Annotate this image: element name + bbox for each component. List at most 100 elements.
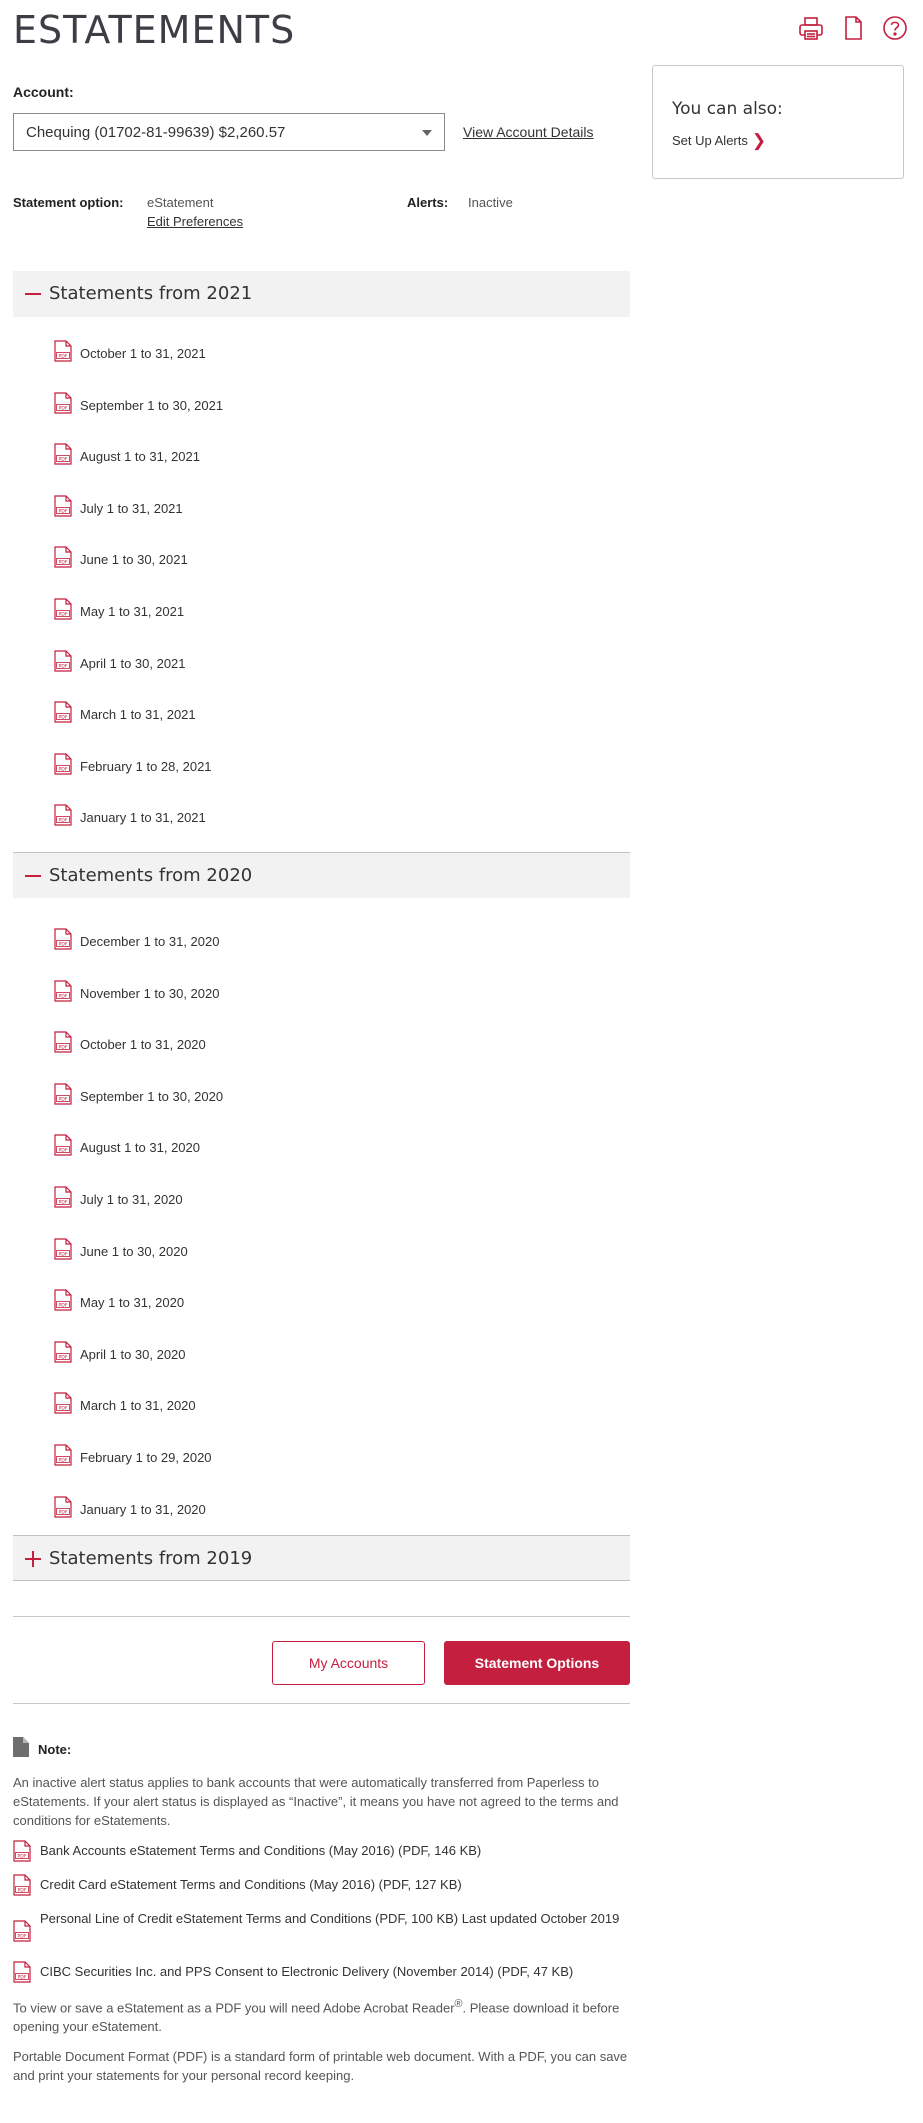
svg-text:PDF: PDF: [59, 1251, 68, 1257]
statement-option-value: eStatement: [147, 195, 214, 210]
pdf-icon: PDF: [54, 1444, 72, 1466]
account-select[interactable]: Chequing (01702-81-99639) $2,260.57: [13, 113, 445, 151]
pdf-icon: PDF: [54, 1083, 72, 1105]
pdf-icon: PDF: [54, 495, 72, 517]
svg-text:PDF: PDF: [59, 1303, 68, 1309]
statement-label: June 1 to 30, 2020: [80, 1243, 188, 1259]
divider: [13, 1616, 630, 1617]
pdf-icon: PDF: [54, 753, 72, 775]
statement-label: March 1 to 31, 2021: [80, 707, 196, 723]
pdf-icon: PDF: [54, 1392, 72, 1414]
statement-label: April 1 to 30, 2020: [80, 1346, 186, 1362]
registered-mark: ®: [454, 1998, 463, 2010]
statement-label: April 1 to 30, 2021: [80, 655, 186, 671]
you-can-also-panel: You can also: Set Up Alerts ❯: [652, 65, 904, 179]
set-up-alerts-label: Set Up Alerts: [672, 133, 748, 148]
statement-options-button[interactable]: Statement Options: [444, 1641, 630, 1685]
svg-text:PDF: PDF: [18, 1934, 27, 1940]
section-header-2021[interactable]: Statements from 2021: [13, 271, 630, 317]
statement-label: December 1 to 31, 2020: [80, 934, 220, 949]
statement-label: November 1 to 30, 2020: [80, 985, 220, 1001]
document-icon[interactable]: [839, 14, 867, 42]
svg-text:PDF: PDF: [59, 560, 68, 566]
help-icon[interactable]: [881, 14, 909, 42]
document-label: Bank Accounts eStatement Terms and Condi…: [40, 1843, 482, 1858]
edit-preferences-link[interactable]: Edit Preferences: [147, 214, 243, 229]
svg-text:PDF: PDF: [59, 1354, 68, 1360]
pdf-icon: PDF: [54, 598, 72, 620]
pdf-icon: PDF: [54, 1134, 72, 1156]
svg-text:PDF: PDF: [59, 612, 68, 618]
svg-text:PDF: PDF: [59, 993, 68, 999]
section-header-2019[interactable]: Statements from 2019: [13, 1535, 630, 1581]
alerts-label: Alerts:: [407, 195, 449, 210]
document-label: Personal Line of Credit eStatement Terms…: [40, 1911, 620, 1926]
you-can-also-title: You can also:: [672, 99, 783, 119]
pdf-icon: PDF: [54, 443, 72, 465]
pdf-icon: PDF: [54, 1186, 72, 1208]
svg-text:PDF: PDF: [59, 1200, 68, 1206]
pdf-icon: PDF: [54, 546, 72, 568]
svg-text:PDF: PDF: [59, 508, 68, 514]
pdf-icon: PDF: [13, 1961, 31, 1983]
printer-icon[interactable]: [797, 14, 825, 42]
statement-label: September 1 to 30, 2020: [80, 1088, 224, 1104]
collapse-icon: [25, 282, 41, 302]
account-label: Account:: [13, 84, 74, 100]
statement-label: May 1 to 31, 2021: [80, 604, 185, 619]
svg-text:PDF: PDF: [59, 405, 68, 411]
pdf-icon: PDF: [54, 649, 72, 672]
pdf-icon: PDF: [13, 1874, 31, 1896]
pdf-icon: PDF: [54, 701, 72, 723]
svg-text:PDF: PDF: [59, 1096, 68, 1102]
svg-text:PDF: PDF: [59, 457, 68, 463]
statement-label: January 1 to 31, 2020: [80, 1501, 206, 1517]
pdf-icon: PDF: [54, 340, 72, 362]
section-title: Statements from 2019: [49, 1548, 253, 1569]
statement-option-label: Statement option:: [13, 195, 124, 210]
pdf-icon: PDF: [54, 1237, 72, 1260]
section-title: Statements from 2020: [49, 865, 253, 886]
pdf-icon: PDF: [54, 804, 72, 826]
statement-label: October 1 to 31, 2021: [80, 346, 206, 361]
statement-label: June 1 to 30, 2021: [80, 552, 188, 568]
divider: [13, 1703, 630, 1704]
statement-label: February 1 to 28, 2021: [80, 758, 212, 774]
document-label: CIBC Securities Inc. and PPS Consent to …: [40, 1964, 574, 1979]
statement-label: February 1 to 29, 2020: [80, 1450, 212, 1465]
statement-label: January 1 to 31, 2021: [80, 810, 206, 826]
pdf-icon: PDF: [54, 928, 72, 950]
pdf-icon: PDF: [13, 1840, 31, 1862]
statement-label: May 1 to 31, 2020: [80, 1295, 185, 1311]
collapse-icon: [25, 864, 41, 884]
expand-icon: [25, 1547, 41, 1567]
set-up-alerts-link[interactable]: Set Up Alerts ❯: [672, 130, 766, 150]
svg-text:PDF: PDF: [59, 1458, 68, 1464]
statement-label: September 1 to 30, 2021: [80, 397, 224, 413]
svg-text:PDF: PDF: [59, 663, 68, 669]
section-header-2020[interactable]: Statements from 2020: [13, 852, 630, 898]
pdf-icon: PDF: [54, 1495, 72, 1518]
svg-text:PDF: PDF: [59, 1509, 68, 1515]
svg-text:PDF: PDF: [18, 1888, 27, 1894]
view-account-details-link[interactable]: View Account Details: [463, 124, 593, 140]
acrobat-paragraph: To view or save a eStatement as a PDF yo…: [13, 1995, 630, 2036]
statement-label: July 1 to 31, 2021: [80, 500, 183, 516]
acrobat-text: To view or save a eStatement as a PDF yo…: [13, 2000, 455, 2016]
statement-label: July 1 to 31, 2020: [80, 1192, 183, 1207]
svg-text:PDF: PDF: [59, 1045, 68, 1051]
svg-text:PDF: PDF: [59, 354, 68, 360]
svg-text:PDF: PDF: [59, 942, 68, 948]
my-accounts-button[interactable]: My Accounts: [272, 1641, 425, 1685]
pdf-icon: PDF: [54, 1289, 72, 1311]
note-paragraph: An inactive alert status applies to bank…: [13, 1775, 619, 1828]
pdf-icon: PDF: [54, 391, 72, 414]
chevron-right-icon: ❯: [751, 131, 767, 150]
statement-label: March 1 to 31, 2020: [80, 1398, 196, 1414]
svg-text:PDF: PDF: [59, 1406, 68, 1412]
statement-label: August 1 to 31, 2020: [80, 1140, 200, 1156]
svg-text:PDF: PDF: [59, 766, 68, 772]
section-title: Statements from 2021: [49, 283, 253, 304]
svg-text:PDF: PDF: [59, 818, 68, 824]
svg-text:PDF: PDF: [18, 1854, 27, 1860]
